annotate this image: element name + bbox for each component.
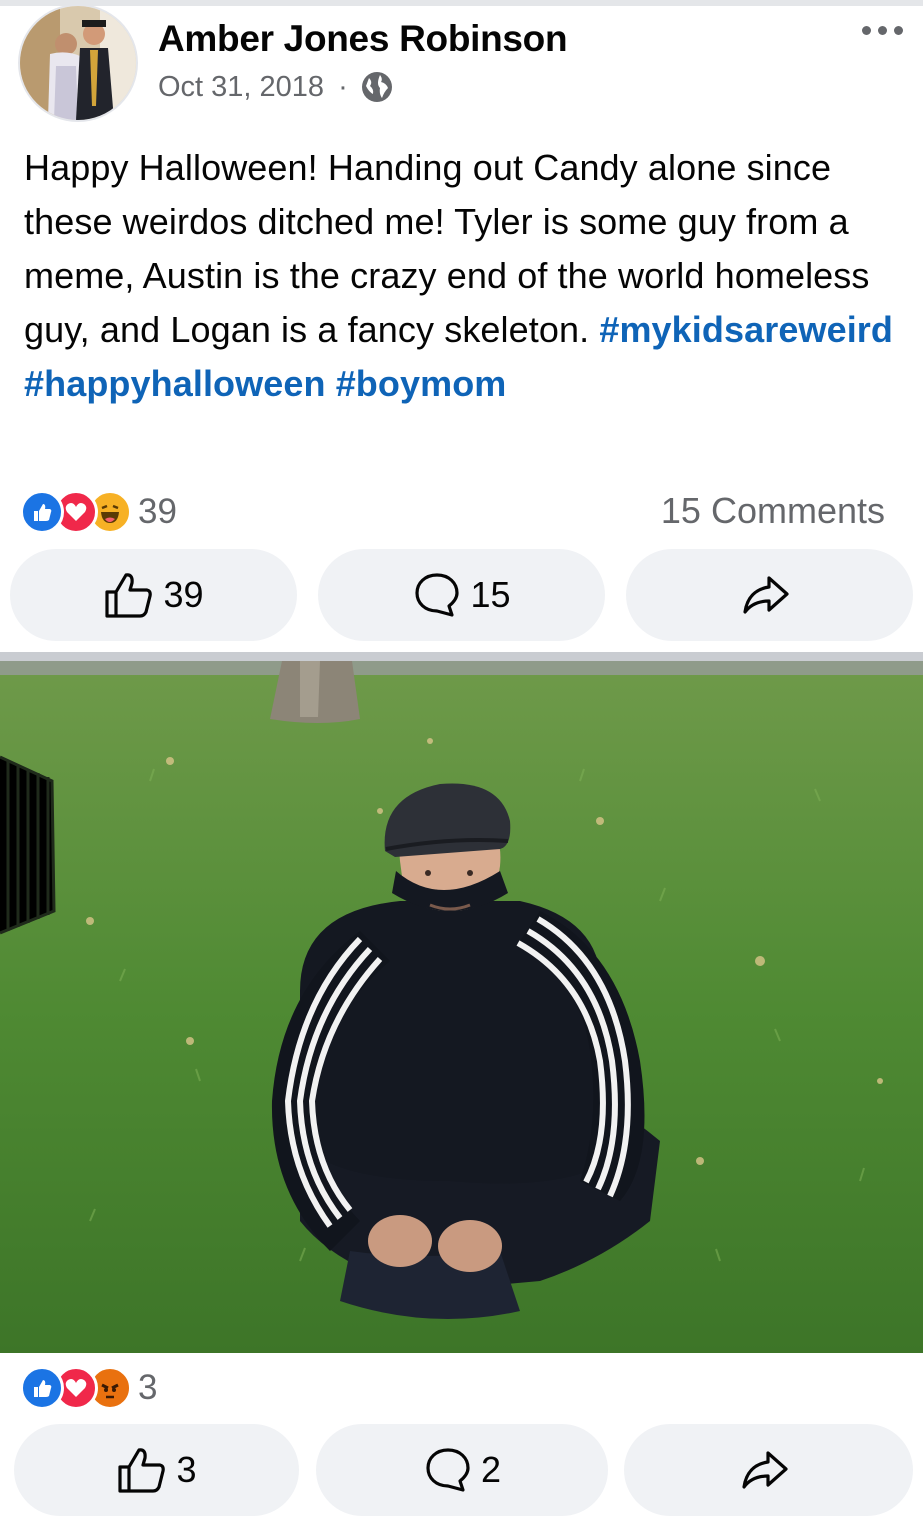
comment-button[interactable]: 15 bbox=[318, 549, 605, 641]
share-button[interactable] bbox=[626, 549, 913, 641]
share-arrow-icon bbox=[741, 1451, 788, 1489]
globe-icon bbox=[361, 72, 392, 102]
thumbs-up-icon bbox=[118, 1448, 166, 1493]
post-text: Happy Halloween! Handing out Candy alone… bbox=[24, 141, 904, 411]
more-options-icon[interactable] bbox=[862, 26, 903, 35]
share-arrow-icon bbox=[742, 576, 789, 614]
comment-count: 2 bbox=[480, 1449, 502, 1490]
photo-reaction-summary[interactable]: 3 bbox=[20, 1366, 157, 1410]
thumbs-up-icon bbox=[105, 573, 153, 618]
author-name[interactable]: Amber Jones Robinson bbox=[158, 18, 568, 60]
top-divider bbox=[0, 0, 923, 6]
avatar[interactable] bbox=[18, 4, 138, 122]
like-count: 39 bbox=[163, 574, 204, 615]
like-button[interactable]: 39 bbox=[10, 549, 297, 641]
post-date[interactable]: Oct 31, 2018 bbox=[158, 71, 324, 104]
meta-separator: · bbox=[338, 70, 348, 103]
reaction-count: 3 bbox=[138, 1368, 158, 1407]
like-count: 3 bbox=[176, 1449, 197, 1490]
hashtag[interactable]: #happyhalloween bbox=[24, 363, 326, 404]
like-reaction-icon bbox=[20, 490, 64, 534]
post-meta: Oct 31, 2018 · bbox=[158, 70, 394, 104]
hashtag[interactable]: #boymom bbox=[336, 363, 507, 404]
comments-count[interactable]: 15 Comments bbox=[661, 490, 885, 532]
photo-like-button[interactable]: 3 bbox=[14, 1424, 299, 1516]
hashtag[interactable]: #mykidsareweird bbox=[599, 309, 893, 350]
comment-bubble-icon bbox=[426, 1448, 470, 1492]
reaction-summary[interactable]: 39 bbox=[20, 490, 177, 534]
section-divider bbox=[0, 652, 923, 661]
post-photo[interactable] bbox=[0, 661, 923, 1353]
like-reaction-icon bbox=[20, 1366, 64, 1410]
comment-bubble-icon bbox=[415, 573, 460, 617]
photo-comment-button[interactable]: 2 bbox=[316, 1424, 608, 1516]
reaction-count: 39 bbox=[138, 492, 177, 531]
comment-count: 15 bbox=[470, 574, 511, 615]
photo-share-button[interactable] bbox=[624, 1424, 913, 1516]
